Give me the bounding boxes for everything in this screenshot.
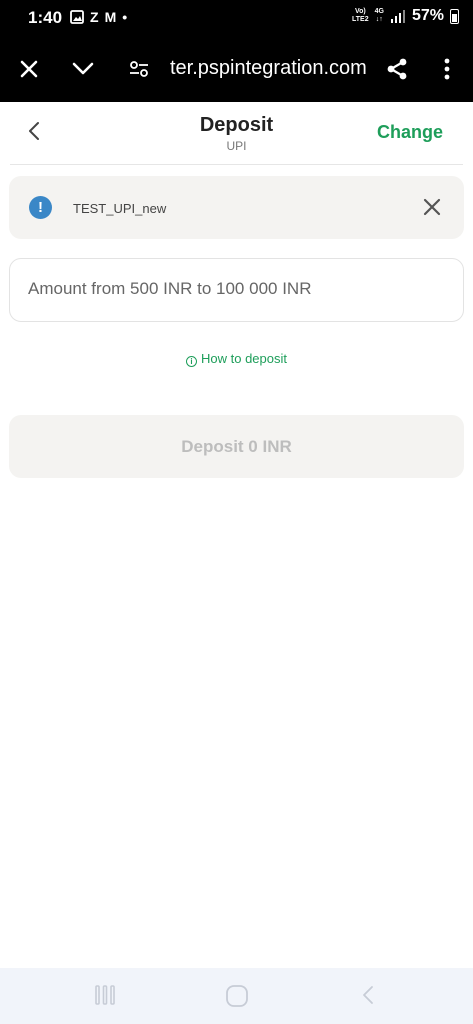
header-divider xyxy=(10,164,463,165)
status-time: 1:40 xyxy=(28,8,63,27)
volte-icon: Vo) LTE2 xyxy=(352,8,369,23)
how-to-deposit-link[interactable]: i How to deposit xyxy=(0,351,473,367)
z-icon: Z xyxy=(90,9,99,25)
android-nav-bar xyxy=(0,968,473,1024)
page-header: Deposit UPI Change xyxy=(0,102,473,164)
close-banner-button[interactable] xyxy=(420,195,444,219)
chevron-down-icon[interactable] xyxy=(70,56,96,82)
amount-field[interactable] xyxy=(9,258,464,322)
deposit-button[interactable]: Deposit 0 INR xyxy=(9,415,464,478)
amount-input[interactable] xyxy=(28,279,448,299)
how-to-deposit-label: How to deposit xyxy=(201,351,287,366)
close-icon[interactable] xyxy=(16,56,42,82)
url-bar[interactable]: ter.pspintegration.com xyxy=(170,57,367,80)
more-options-icon[interactable] xyxy=(434,56,460,82)
close-icon xyxy=(423,198,441,216)
dot-icon: • xyxy=(122,9,128,25)
signal-icon xyxy=(390,10,405,23)
status-right: Vo) LTE2 4G ↓↑ 57% xyxy=(352,7,459,25)
status-bar: 1:40 Z M • Vo) LTE2 4G ↓↑ 57% xyxy=(0,0,473,36)
info-circle-icon: i xyxy=(186,356,197,367)
battery-percent: 57% xyxy=(411,7,444,24)
payment-method-banner: ! TEST_UPI_new xyxy=(9,176,464,239)
home-icon[interactable] xyxy=(225,984,251,1008)
image-icon xyxy=(70,10,84,24)
gmail-icon: M xyxy=(104,9,117,25)
battery-icon xyxy=(450,8,459,24)
info-icon: ! xyxy=(29,196,52,219)
recent-apps-icon[interactable] xyxy=(93,984,119,1008)
data-4g-icon: 4G ↓↑ xyxy=(374,8,384,23)
notification-icons: Z M • xyxy=(70,9,127,25)
site-settings-icon[interactable] xyxy=(126,56,152,82)
back-nav-icon[interactable] xyxy=(358,984,384,1008)
change-method-button[interactable]: Change xyxy=(377,122,443,143)
browser-toolbar: ter.pspintegration.com xyxy=(0,36,473,102)
payment-method-name: TEST_UPI_new xyxy=(73,201,167,216)
share-icon[interactable] xyxy=(384,56,410,82)
